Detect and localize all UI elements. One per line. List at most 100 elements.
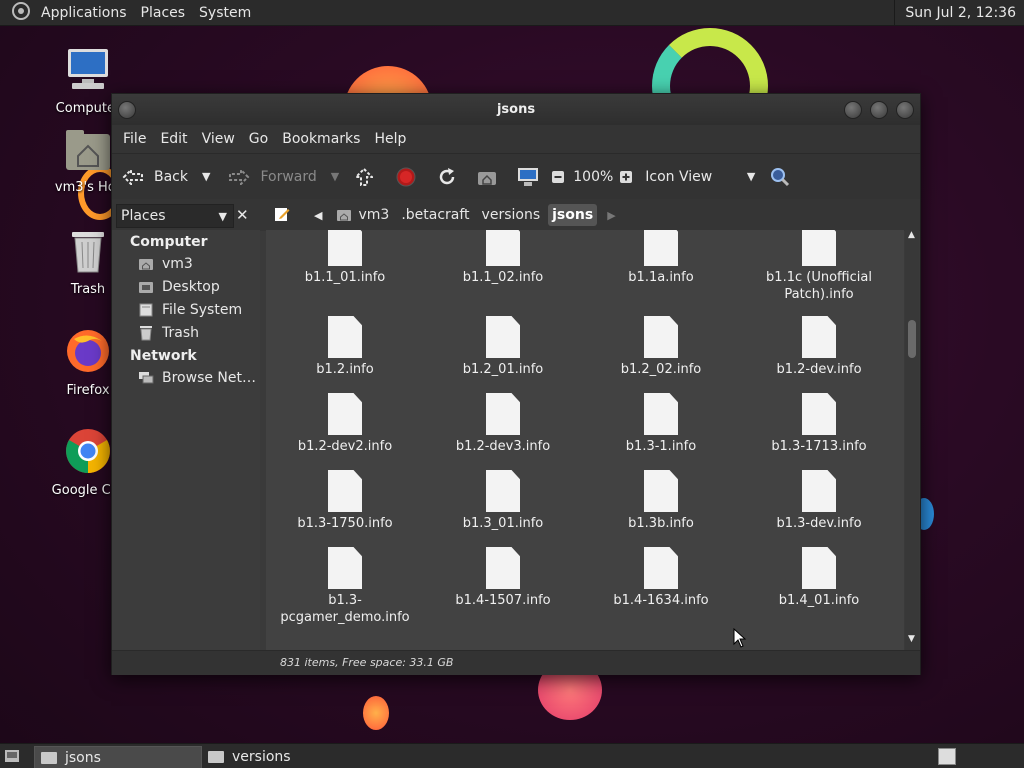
view-mode-select[interactable]: Icon View ▼ xyxy=(645,169,755,185)
file-item[interactable]: b1.3-pcgamer_demo.info xyxy=(266,547,424,625)
sidebar-item-vm3[interactable]: vm3 xyxy=(112,252,260,275)
sidebar-item-trash[interactable]: Trash xyxy=(112,321,260,344)
drive-icon xyxy=(138,303,154,317)
file-item[interactable]: b1.2.info xyxy=(266,316,424,393)
file-item[interactable]: b1.3-1713.info xyxy=(740,393,898,470)
sidebar-item-desktop[interactable]: Desktop xyxy=(112,275,260,298)
taskbar-item-versions[interactable]: versions xyxy=(202,746,368,767)
document-icon xyxy=(486,393,520,435)
trash-icon xyxy=(138,325,154,340)
file-item[interactable]: b1.4-1507.info xyxy=(424,547,582,624)
menu-help[interactable]: Help xyxy=(367,131,413,147)
scrollbar-thumb[interactable] xyxy=(908,320,916,358)
back-arrow-icon xyxy=(122,166,144,188)
applications-menu[interactable]: Applications xyxy=(34,5,134,21)
reload-icon[interactable] xyxy=(436,166,458,188)
menu-bookmarks[interactable]: Bookmarks xyxy=(275,131,367,147)
menu-edit[interactable]: Edit xyxy=(153,131,194,147)
back-history-dropdown-icon[interactable]: ▼ xyxy=(202,170,210,183)
show-desktop-icon[interactable] xyxy=(4,749,20,767)
sidebar-item-browse-network[interactable]: Browse Net… xyxy=(112,366,260,389)
sidebar-item-file-system[interactable]: File System xyxy=(112,298,260,321)
file-name: b1.3-1.info xyxy=(625,439,697,454)
breadcrumb-vm3[interactable]: vm3 xyxy=(332,204,393,226)
zoom-in-icon[interactable] xyxy=(615,166,637,188)
document-icon xyxy=(802,547,836,589)
window-titlebar[interactable]: jsons xyxy=(112,94,920,125)
file-item[interactable]: b1.1_01.info xyxy=(266,230,424,316)
document-icon xyxy=(644,316,678,358)
document-icon xyxy=(486,547,520,589)
document-icon xyxy=(328,316,362,358)
vertical-scrollbar[interactable]: ▲ ▼ xyxy=(905,230,919,650)
menubar: File Edit View Go Bookmarks Help xyxy=(112,125,920,153)
computer-icon xyxy=(43,45,133,97)
back-button[interactable]: Back xyxy=(122,166,188,188)
window-menu-button[interactable] xyxy=(118,101,136,119)
close-side-pane-icon[interactable]: ✕ xyxy=(236,206,249,224)
distro-logo-icon[interactable] xyxy=(8,1,34,24)
clock[interactable]: Sun Jul 2, 12:36 xyxy=(894,0,1016,25)
file-item[interactable]: b1.1a.info xyxy=(582,230,740,316)
file-item[interactable]: b1.3-1.info xyxy=(582,393,740,470)
file-name: b1.1_02.info xyxy=(462,270,544,285)
up-arrow-icon[interactable] xyxy=(353,166,375,188)
scroll-up-icon[interactable]: ▲ xyxy=(908,230,915,240)
file-name: b1.2_01.info xyxy=(462,362,544,377)
file-item[interactable]: b1.2_02.info xyxy=(582,316,740,393)
breadcrumb-scroll-left-icon[interactable]: ◀ xyxy=(308,209,328,222)
file-item[interactable]: b1.1_02.info xyxy=(424,230,582,316)
file-item[interactable]: b1.3-1750.info xyxy=(266,470,424,547)
maximize-button[interactable] xyxy=(870,101,888,119)
system-menu[interactable]: System xyxy=(192,5,258,21)
file-item[interactable]: b1.3_01.info xyxy=(424,470,582,547)
file-item[interactable]: b1.3b.info xyxy=(582,470,740,547)
document-icon xyxy=(644,470,678,512)
file-item[interactable]: b1.2-dev.info xyxy=(740,316,898,393)
menu-file[interactable]: File xyxy=(116,131,153,147)
forward-history-dropdown-icon[interactable]: ▼ xyxy=(331,170,339,183)
stop-icon[interactable] xyxy=(395,166,417,188)
file-icon-view[interactable]: b1.1_01.info b1.1_02.info b1.1a.info b1.1c … xyxy=(266,230,904,650)
places-sidebar: Computer vm3 Desktop File System Trash N… xyxy=(112,230,260,650)
file-item[interactable]: b1.3-dev.info xyxy=(740,470,898,547)
chevron-down-icon: ▼ xyxy=(746,170,756,183)
file-item[interactable]: b1.4_01.info xyxy=(740,547,898,624)
file-item[interactable]: b1.2-dev3.info xyxy=(424,393,582,470)
workspace-switcher[interactable] xyxy=(938,748,956,765)
sidebar-heading-computer: Computer xyxy=(130,234,208,250)
minimize-button[interactable] xyxy=(844,101,862,119)
zoom-level[interactable]: 100% xyxy=(573,169,613,185)
file-name: b1.1a.info xyxy=(628,270,694,285)
side-pane-selector[interactable]: Places ▼ xyxy=(116,204,234,228)
zoom-out-icon[interactable] xyxy=(547,166,569,188)
file-item[interactable]: b1.1c (Unofficial Patch).info xyxy=(740,230,898,316)
folder-icon xyxy=(41,751,57,764)
file-item[interactable]: b1.2-dev2.info xyxy=(266,393,424,470)
places-menu[interactable]: Places xyxy=(134,5,193,21)
breadcrumb-betacraft[interactable]: .betacraft xyxy=(397,204,473,226)
file-name: b1.1_01.info xyxy=(304,270,386,285)
breadcrumb-scroll-right-icon[interactable]: ▶ xyxy=(601,209,621,222)
home-icon[interactable] xyxy=(476,166,498,188)
search-icon[interactable] xyxy=(769,166,791,188)
close-button[interactable] xyxy=(896,101,914,119)
home-folder-icon xyxy=(138,257,154,271)
document-icon xyxy=(486,316,520,358)
taskbar-item-jsons[interactable]: jsons xyxy=(34,746,202,768)
document-icon xyxy=(644,230,678,266)
breadcrumb-versions[interactable]: versions xyxy=(478,204,545,226)
file-item[interactable]: b1.2_01.info xyxy=(424,316,582,393)
computer-icon[interactable] xyxy=(517,166,539,188)
breadcrumb-jsons[interactable]: jsons xyxy=(548,204,598,226)
forward-button[interactable]: Forward xyxy=(228,166,317,188)
edit-location-icon[interactable] xyxy=(274,206,290,226)
scroll-down-icon[interactable]: ▼ xyxy=(908,634,915,644)
menu-go[interactable]: Go xyxy=(242,131,275,147)
file-name: b1.3-1750.info xyxy=(297,516,393,531)
document-icon xyxy=(328,230,362,266)
folder-icon xyxy=(208,750,224,763)
menu-view[interactable]: View xyxy=(195,131,242,147)
file-item[interactable]: b1.4-1634.info xyxy=(582,547,740,624)
file-name: b1.4_01.info xyxy=(778,593,860,608)
